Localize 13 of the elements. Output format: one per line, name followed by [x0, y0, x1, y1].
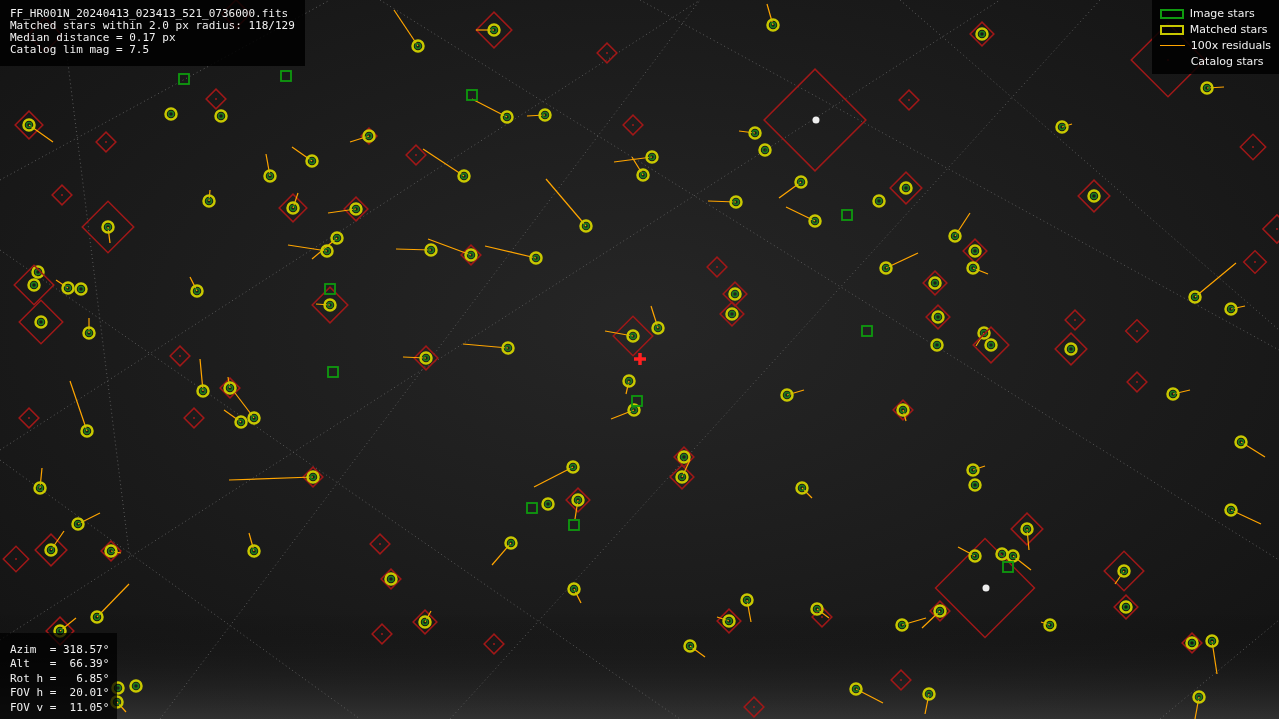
- pointing-text: FOV h = 20.01°: [10, 686, 110, 701]
- info-text: Catalog lim mag = 7.5: [10, 44, 151, 56]
- pointing-text: FOV v = 11.05°: [10, 700, 110, 715]
- pointing-text: Rot h = 6.85°: [10, 671, 110, 686]
- info-text: Matched stars within 2.0 px radius: 118/129: [10, 20, 295, 32]
- legend-label: Matched stars: [1189, 23, 1268, 36]
- info-text: FF_HR001N_20240413_023413_521_0736000.fits: [10, 8, 290, 20]
- legend-label: 100x residuals: [1190, 39, 1271, 52]
- legend-label: Catalog stars: [1190, 55, 1264, 68]
- pointing-text: Alt = 66.39°: [10, 657, 110, 672]
- info-text: Median distance = 0.17 px: [10, 32, 177, 44]
- legend-label: Image stars: [1189, 7, 1255, 20]
- pointing-text: Azim = 318.57°: [10, 642, 110, 657]
